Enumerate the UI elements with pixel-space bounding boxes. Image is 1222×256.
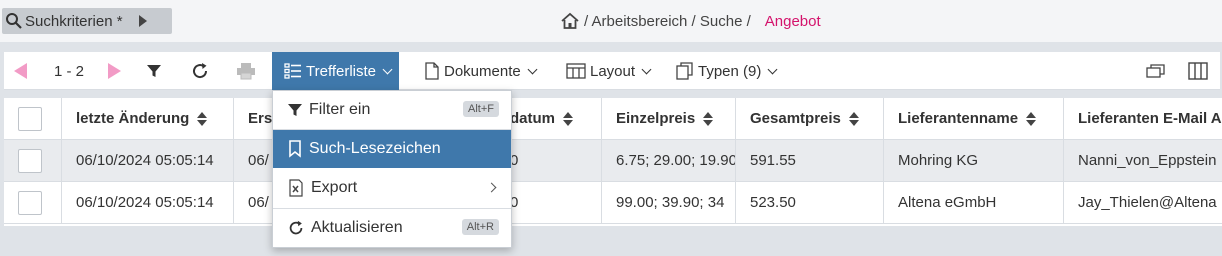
row-checkbox[interactable] (18, 190, 42, 215)
column-header[interactable]: Erst (234, 98, 274, 139)
chevron-down-icon (527, 64, 538, 74)
column-header[interactable]: letzte Änderung (62, 98, 234, 139)
dokumente-button[interactable]: Dokumente (424, 52, 538, 90)
menu-item-label: Such-Lesezeichen (309, 140, 441, 157)
breadcrumb: / Arbeitsbereich / Suche / Angebot (560, 12, 821, 30)
refresh-icon (289, 220, 303, 235)
search-icon (6, 13, 22, 29)
table-row[interactable]: 06/10/2024 05:05:14 06/ 0 99.00; 39.90; … (4, 182, 1222, 224)
trefferliste-menu: Filter ein Alt+F Such-Lesezeichen Export… (272, 90, 512, 248)
typen-button[interactable]: Typen (9) (676, 52, 778, 90)
trefferliste-label: Trefferliste (306, 62, 377, 80)
table-cell: 06/ (234, 182, 274, 223)
sort-icon[interactable] (563, 111, 573, 126)
menu-item-refresh[interactable]: Aktualisieren Alt+R (273, 209, 511, 247)
shortcut-badge: Alt+F (463, 101, 499, 117)
menu-item-label: Export (311, 179, 358, 196)
sort-icon[interactable] (1026, 111, 1037, 126)
excel-icon (289, 179, 303, 197)
print-icon (237, 63, 255, 80)
copy-icon (676, 62, 693, 80)
previous-icon (14, 63, 27, 79)
typen-label: Typen (9) (698, 62, 762, 80)
columns-button[interactable] (1188, 52, 1208, 90)
select-all-cell (4, 98, 62, 139)
column-header-label: Gesamtpreis (750, 110, 841, 127)
list-icon (284, 63, 301, 79)
column-header[interactable]: Lieferantenname (884, 98, 1064, 139)
dokumente-label: Dokumente (444, 62, 521, 80)
table-cell: Jay_Thielen@Altena (1078, 194, 1217, 211)
page-range: 1 - 2 (54, 52, 84, 90)
expand-arrow-icon[interactable] (138, 15, 147, 27)
refresh-button[interactable] (190, 52, 210, 90)
table-cell: 06/10/2024 05:05:14 (62, 140, 234, 181)
row-select-cell (4, 140, 62, 181)
shortcut-badge: Alt+R (461, 219, 499, 235)
filter-icon (288, 104, 302, 116)
table-cell: Mohring KG (884, 140, 1064, 181)
chevron-down-icon (382, 64, 393, 74)
page-range-label: 1 - 2 (54, 62, 85, 80)
home-icon[interactable] (560, 12, 580, 30)
window-icon (1146, 64, 1165, 78)
layout-label: Layout (590, 62, 636, 80)
document-icon (425, 62, 439, 80)
column-header[interactable]: Einzelpreis (602, 98, 736, 139)
column-header-label: Erst (248, 110, 273, 127)
table-cell: Nanni_von_Eppstein (1078, 152, 1217, 169)
window-button[interactable] (1146, 52, 1166, 90)
table-cell: 6.75; 29.00; 19.90 (602, 140, 736, 181)
print-button[interactable] (236, 52, 256, 90)
prev-page-button[interactable] (14, 52, 27, 90)
table-cell: Altena eGmbH (884, 182, 1064, 223)
table-header-row: letzte Änderung Erst datum Einzelpreis G… (4, 98, 1222, 140)
results-table: letzte Änderung Erst datum Einzelpreis G… (4, 98, 1222, 226)
table-cell: 591.55 (736, 140, 884, 181)
top-bar: Suchkriterien * / Arbeitsbereich / Suche… (0, 0, 1222, 42)
trefferliste-button[interactable]: Trefferliste (272, 52, 400, 90)
column-header[interactable]: Gesamtpreis (736, 98, 884, 139)
layout-icon (566, 63, 586, 79)
menu-item-filter[interactable]: Filter ein Alt+F (273, 91, 511, 129)
column-header-label: Einzelpreis (616, 110, 696, 127)
table-row[interactable]: 06/10/2024 05:05:14 06/ 0 6.75; 29.00; 1… (4, 140, 1222, 182)
sort-icon[interactable] (197, 111, 208, 126)
menu-item-label: Aktualisieren (311, 219, 403, 236)
toolbar: 1 - 2 Trefferliste Dokumente Layout Type… (4, 52, 1220, 90)
breadcrumb-current: Angebot (764, 12, 821, 30)
select-all-checkbox[interactable] (18, 106, 42, 131)
breadcrumb-path[interactable]: / Arbeitsbereich / Suche / (584, 13, 751, 30)
chevron-down-icon (767, 64, 778, 74)
table-cell: 99.00; 39.90; 34 (602, 182, 736, 223)
table-cell: 523.50 (736, 182, 884, 223)
filter-button[interactable] (146, 52, 162, 90)
search-criteria-label: Suchkriterien * (25, 12, 123, 30)
columns-icon (1188, 62, 1208, 80)
next-page-button[interactable] (108, 52, 121, 90)
next-icon (108, 63, 121, 79)
table-cell: 06/ (234, 140, 274, 181)
column-header-label: datum (510, 110, 555, 127)
column-header[interactable]: Lieferanten E-Mail A (1064, 98, 1222, 139)
column-header-label: letzte Änderung (76, 110, 190, 127)
menu-item-label: Filter ein (309, 101, 371, 118)
column-header-label: Lieferanten E-Mail A (1078, 110, 1222, 127)
row-select-cell (4, 182, 62, 223)
menu-item-export[interactable]: Export (273, 169, 511, 207)
filter-icon (147, 65, 161, 77)
chevron-right-icon (486, 182, 497, 193)
chevron-down-icon (641, 64, 652, 74)
refresh-icon (193, 63, 208, 79)
search-criteria-toggle[interactable]: Suchkriterien * (2, 8, 172, 34)
menu-item-bookmark[interactable]: Such-Lesezeichen (273, 130, 511, 168)
sort-icon[interactable] (848, 111, 859, 126)
column-header-label: Lieferantenname (898, 110, 1019, 127)
bookmark-icon (289, 140, 301, 158)
row-checkbox[interactable] (18, 148, 42, 173)
table-cell: 06/10/2024 05:05:14 (62, 182, 234, 223)
layout-button[interactable]: Layout (566, 52, 652, 90)
sort-icon[interactable] (703, 111, 714, 126)
